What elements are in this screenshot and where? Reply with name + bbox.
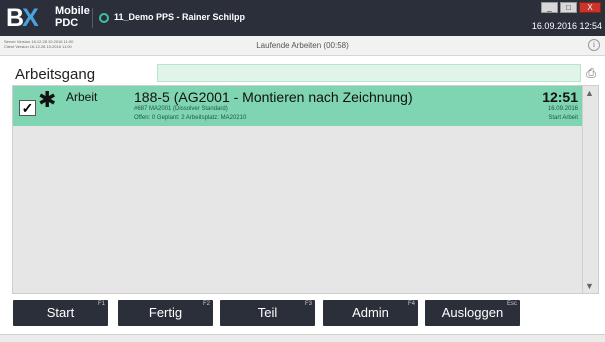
start-shortcut: F1	[97, 301, 105, 307]
title-bar: BX Mobile PDC 11_Demo PPS - Rainer Schil…	[0, 0, 605, 36]
scroll-up-arrow-icon[interactable]: ▲	[585, 88, 594, 98]
operation-input-field[interactable]	[157, 64, 581, 82]
row-date: 16.09.2016	[547, 106, 578, 112]
checkmark-icon[interactable]: ✓	[19, 100, 36, 116]
work-list: ✓ ✱ Arbeit 188-5 (AG2001 - Montieren nac…	[12, 85, 599, 294]
session-icon	[99, 13, 109, 23]
fertig-button[interactable]: Fertig F2	[118, 300, 213, 326]
start-button[interactable]: Start F1	[13, 300, 108, 326]
fertig-button-label: Fertig	[148, 305, 183, 320]
status-bar	[0, 334, 605, 342]
list-scrollbar[interactable]: ▲ ▼	[582, 86, 598, 293]
teil-button-label: Teil	[257, 305, 278, 320]
logout-button-label: Ausloggen	[441, 305, 504, 320]
logo-line-pdc: PDC	[55, 17, 79, 29]
admin-button-label: Admin	[352, 305, 389, 320]
logo-letter-b: B	[6, 4, 24, 32]
row-type-label: Arbeit	[66, 90, 98, 104]
running-work-status: Laufende Arbeiten (00:58)	[256, 41, 349, 50]
maximize-button[interactable]: □	[560, 2, 577, 13]
row-quantities: Offen: 0 Geplant: 2 Arbeitsplatz: MA2021…	[134, 115, 247, 121]
admin-shortcut: F4	[407, 301, 415, 307]
window-title: 11_Demo PPS - Rainer Schilpp	[114, 12, 246, 22]
list-item[interactable]: ✓ ✱ Arbeit 188-5 (AG2001 - Montieren nac…	[13, 86, 582, 126]
close-button[interactable]: X	[579, 2, 601, 13]
logo-letter-x: X	[22, 4, 39, 32]
logo-text: Mobile PDC	[55, 5, 90, 29]
logo-line-mobile: Mobile	[55, 5, 90, 17]
gear-icon: ✱	[38, 87, 57, 112]
window-controls: _ □ X	[541, 2, 601, 13]
logout-button[interactable]: Ausloggen Esc	[425, 300, 520, 326]
minimize-button[interactable]: _	[541, 2, 558, 13]
info-bar: Server Version 16.12.28 10.2016 11:00 Cl…	[0, 36, 605, 56]
scan-icon[interactable]: ⎙	[585, 64, 597, 82]
section-title: Arbeitsgang	[15, 66, 96, 83]
bx-logo: BX	[6, 4, 39, 32]
row-title: 188-5 (AG2001 - Montieren nach Zeichnung…	[134, 89, 413, 105]
logout-shortcut: Esc	[506, 301, 517, 307]
start-button-label: Start	[46, 305, 75, 320]
info-icon[interactable]: i	[588, 39, 600, 51]
admin-button[interactable]: Admin F4	[323, 300, 418, 326]
teil-button[interactable]: Teil F3	[220, 300, 315, 326]
datetime-display: 16.09.2016 12:54	[531, 21, 602, 31]
row-time: 12:51	[542, 89, 578, 105]
title-separator	[92, 8, 93, 28]
fertig-shortcut: F2	[202, 301, 210, 307]
row-status: Start Arbeit	[548, 115, 578, 121]
row-machine: #687 MA2001 (Dissolver Standard)	[134, 106, 228, 112]
scroll-down-arrow-icon[interactable]: ▼	[585, 281, 594, 291]
teil-shortcut: F3	[304, 301, 312, 307]
